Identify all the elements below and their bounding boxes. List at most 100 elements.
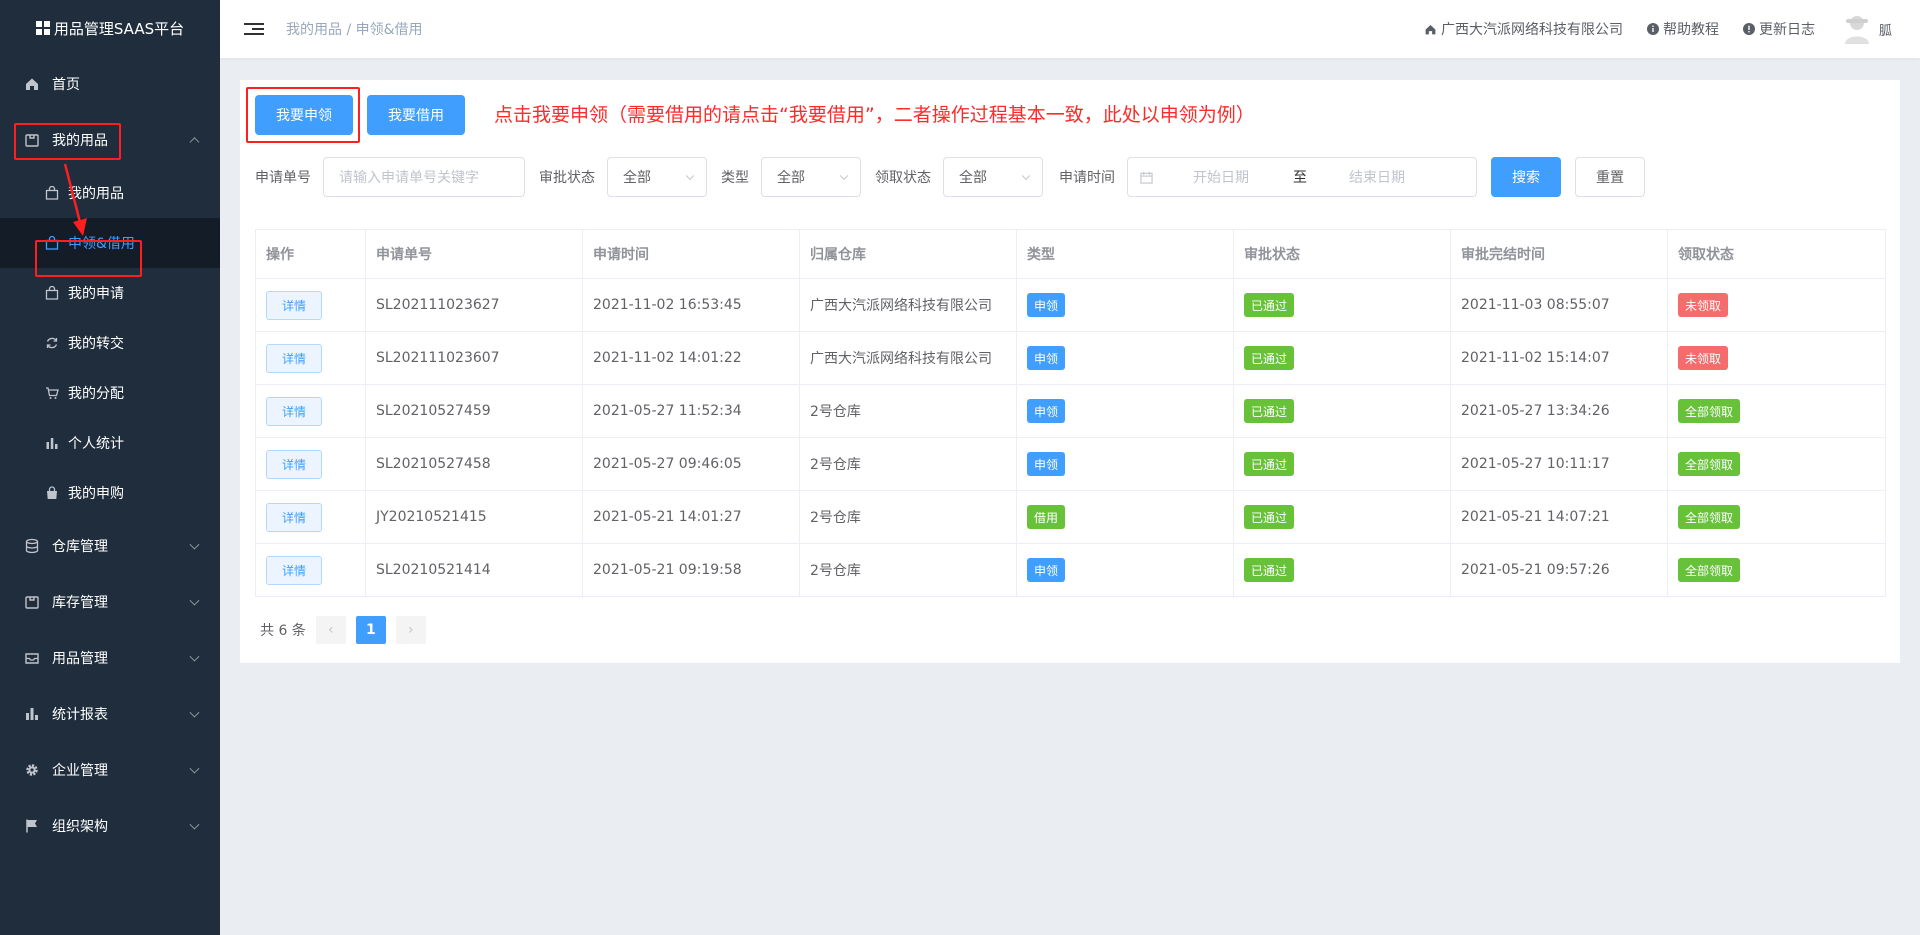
cell-action: 详情 <box>255 490 366 544</box>
cell-time: 2021-05-21 14:01:27 <box>582 490 800 544</box>
hamburger-icon[interactable] <box>244 20 264 38</box>
breadcrumb-separator: / <box>346 22 352 38</box>
sidebar-item-my-items[interactable]: 我的用品 <box>0 112 220 168</box>
cell-action: 详情 <box>255 437 366 491</box>
column-header-type: 类型 <box>1016 229 1234 279</box>
cell-done-time: 2021-05-27 13:34:26 <box>1450 384 1668 438</box>
column-header-action: 操作 <box>255 229 366 279</box>
pagination-total: 共 6 条 <box>260 623 306 639</box>
cell-approval: 已通过 <box>1233 331 1451 385</box>
cell-warehouse: 2号仓库 <box>799 384 1017 438</box>
cell-receive: 全部领取 <box>1667 437 1886 491</box>
prev-page-button[interactable]: ‹ <box>315 616 346 644</box>
filter-label-time: 申请时间 <box>1059 170 1115 186</box>
apply-button[interactable]: 我要申领 <box>255 95 353 135</box>
cell-type: 申领 <box>1016 437 1234 491</box>
annotation-arrow <box>63 163 87 236</box>
user-name[interactable]: 胍 <box>1879 20 1892 39</box>
order-no-placeholder: 请输入申请单号关键字 <box>339 170 479 186</box>
cell-action: 详情 <box>255 384 366 438</box>
type-select[interactable]: 全部 <box>761 157 861 197</box>
database-icon <box>24 538 40 554</box>
type-tag: 申领 <box>1027 293 1066 317</box>
search-button[interactable]: 搜索 <box>1491 157 1561 197</box>
sidebar-item-my-items-list[interactable]: 我的用品 <box>0 168 220 218</box>
sidebar-item-home[interactable]: 首页 <box>0 56 220 112</box>
sidebar-item-apply-borrow[interactable]: 申领&借用 <box>0 218 220 268</box>
detail-button[interactable]: 详情 <box>266 502 322 532</box>
detail-button[interactable]: 详情 <box>266 343 322 373</box>
company-name: 广西大汽派网络科技有限公司 <box>1440 22 1623 38</box>
company-switch[interactable]: 广西大汽派网络科技有限公司 <box>1424 19 1623 39</box>
cart-icon <box>44 385 60 401</box>
receive-tag: 全部领取 <box>1678 399 1741 423</box>
next-page-button[interactable]: › <box>395 616 426 644</box>
cell-receive: 未领取 <box>1667 331 1886 385</box>
cell-order-no: SL20210521414 <box>365 543 583 597</box>
avatar[interactable] <box>1843 13 1875 45</box>
sidebar-item-my-purchases[interactable]: 我的申购 <box>0 468 220 518</box>
cell-receive: 全部领取 <box>1667 543 1886 597</box>
sidebar-item-my-allocations[interactable]: 我的分配 <box>0 368 220 418</box>
top-header: 我的用品 / 申领&借用 广西大汽派网络科技有限公司 帮助教程 更新日志 胍 <box>220 0 1920 58</box>
sidebar-item-label: 组织架构 <box>52 819 108 835</box>
sidebar-item-personal-stats[interactable]: 个人统计 <box>0 418 220 468</box>
end-date-input[interactable]: 结束日期 <box>1349 167 1439 187</box>
receive-status-value: 全部 <box>959 170 987 186</box>
cell-action: 详情 <box>255 331 366 385</box>
order-no-input[interactable]: 请输入申请单号关键字 <box>323 157 525 197</box>
cell-time: 2021-05-21 09:19:58 <box>582 543 800 597</box>
sidebar-item-warehouse[interactable]: 仓库管理 <box>0 518 220 574</box>
home-icon <box>1424 23 1437 36</box>
shopping-bag-icon <box>44 485 60 501</box>
chevron-down-icon <box>189 651 200 662</box>
breadcrumb-parent: 我的用品 <box>286 22 342 38</box>
receive-tag: 全部领取 <box>1678 558 1741 582</box>
sidebar-item-inventory[interactable]: 库存管理 <box>0 574 220 630</box>
approval-status-select[interactable]: 全部 <box>607 157 707 197</box>
changelog-link[interactable]: 更新日志 <box>1742 19 1815 39</box>
filter-label-type: 类型 <box>721 170 749 186</box>
chevron-down-icon <box>839 171 849 181</box>
header-right: 广西大汽派网络科技有限公司 帮助教程 更新日志 胍 <box>1400 13 1920 45</box>
detail-button[interactable]: 详情 <box>266 396 322 426</box>
receive-status-select[interactable]: 全部 <box>943 157 1043 197</box>
table-row: 详情 SL202111023627 2021-11-02 16:53:45 广西… <box>255 278 1886 332</box>
changelog-label: 更新日志 <box>1758 22 1815 38</box>
table-row: 详情 SL20210521414 2021-05-21 09:19:58 2号仓… <box>255 543 1886 597</box>
cell-warehouse: 2号仓库 <box>799 543 1017 597</box>
cell-receive: 全部领取 <box>1667 490 1886 544</box>
cell-time: 2021-11-02 14:01:22 <box>582 331 800 385</box>
detail-button[interactable]: 详情 <box>266 555 322 585</box>
sidebar-item-my-transfers[interactable]: 我的转交 <box>0 318 220 368</box>
range-separator: 至 <box>1293 170 1307 186</box>
type-tag: 申领 <box>1027 558 1066 582</box>
detail-button[interactable]: 详情 <box>266 449 322 479</box>
sidebar-item-reports[interactable]: 统计报表 <box>0 686 220 742</box>
sidebar-item-my-applications[interactable]: 我的申请 <box>0 268 220 318</box>
cell-time: 2021-05-27 11:52:34 <box>582 384 800 438</box>
sidebar: 用品管理SAAS平台 首页 我的用品 我的用品 申领&借用 我的申请 我的转交 … <box>0 0 220 935</box>
sidebar-item-label: 库存管理 <box>52 595 108 611</box>
filter-bar: 申请单号 请输入申请单号关键字 审批状态 全部 类型 全部 领取状态 全部 申请… <box>255 157 1645 197</box>
borrow-button[interactable]: 我要借用 <box>367 95 465 135</box>
sidebar-item-goods[interactable]: 用品管理 <box>0 630 220 686</box>
detail-button[interactable]: 详情 <box>266 290 322 320</box>
help-link[interactable]: 帮助教程 <box>1646 19 1719 39</box>
reset-button[interactable]: 重置 <box>1575 157 1645 197</box>
cell-order-no: SL202111023607 <box>365 331 583 385</box>
table-row: 详情 SL20210527458 2021-05-27 09:46:05 2号仓… <box>255 437 1886 491</box>
page-button-1[interactable]: 1 <box>355 616 386 644</box>
cell-receive: 全部领取 <box>1667 384 1886 438</box>
start-date-input[interactable]: 开始日期 <box>1193 167 1283 187</box>
cell-receive: 未领取 <box>1667 278 1886 332</box>
column-header-order-no: 申请单号 <box>365 229 583 279</box>
info-icon <box>1742 23 1755 35</box>
sidebar-item-enterprise[interactable]: 企业管理 <box>0 742 220 798</box>
submenu-my-items: 我的用品 申领&借用 我的申请 我的转交 我的分配 个人统计 我的申购 <box>0 168 220 518</box>
approval-tag: 已通过 <box>1244 558 1295 582</box>
cell-order-no: SL202111023627 <box>365 278 583 332</box>
sidebar-item-organization[interactable]: 组织架构 <box>0 798 220 854</box>
date-range-picker[interactable]: 开始日期 至 结束日期 <box>1127 157 1477 197</box>
chevron-down-icon <box>685 171 695 181</box>
